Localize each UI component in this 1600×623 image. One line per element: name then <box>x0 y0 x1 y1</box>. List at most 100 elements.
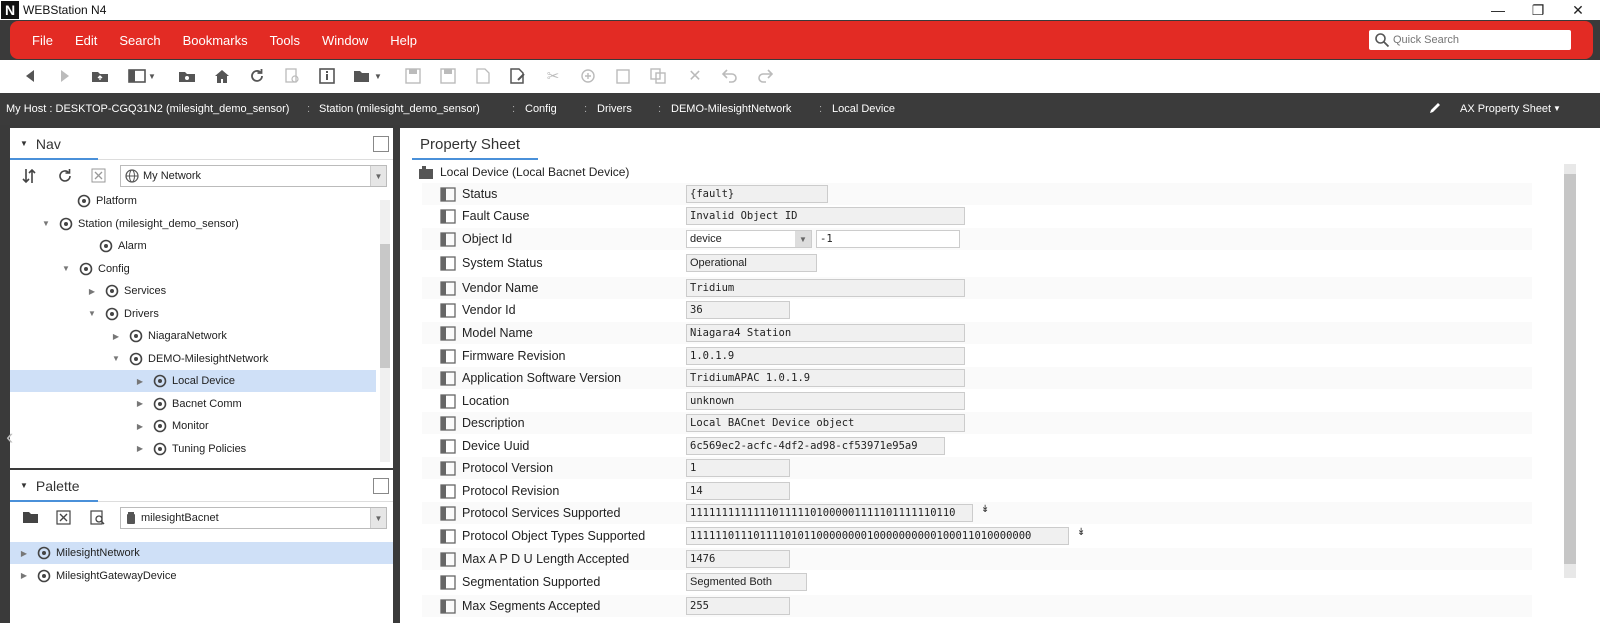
collapsed-icon[interactable]: ▶ <box>110 332 122 341</box>
expanded-icon[interactable]: ▼ <box>110 354 122 363</box>
palette-item[interactable]: ▶ MilesightGatewayDevice <box>10 565 393 587</box>
paste-icon[interactable] <box>613 67 633 85</box>
maximize-icon[interactable] <box>373 136 389 152</box>
root-node[interactable]: Local Device (Local Bacnet Device) <box>418 163 629 181</box>
property-value-field[interactable]: 1.0.1.9 <box>686 347 965 365</box>
expanded-icon[interactable]: ▼ <box>40 219 52 228</box>
scrollbar-thumb[interactable] <box>1564 174 1576 564</box>
tree-item[interactable]: ▶ Bacnet Comm <box>10 393 376 415</box>
menu-search[interactable]: Search <box>119 33 160 48</box>
collapsed-icon[interactable]: ▶ <box>134 399 146 408</box>
menu-edit[interactable]: Edit <box>75 33 97 48</box>
collapse-icon[interactable]: ▼ <box>20 139 28 148</box>
object-instance-input[interactable]: -1 <box>816 230 960 248</box>
expanded-icon[interactable]: ▼ <box>86 309 98 318</box>
pencil-icon[interactable] <box>1428 101 1442 118</box>
collapse-sidebar-icon[interactable]: ‹ <box>6 424 13 450</box>
side-bar-icon[interactable] <box>127 67 147 85</box>
palette-item[interactable]: ▶ MilesightNetwork <box>10 542 393 564</box>
property-value-field[interactable]: 36 <box>686 301 790 319</box>
crumb-host[interactable]: My Host : DESKTOP-CGQ31N2 (milesight_dem… <box>6 103 289 115</box>
property-value-field[interactable]: 1 <box>686 459 790 477</box>
edit-doc-icon[interactable] <box>508 67 528 85</box>
tab-property-sheet[interactable]: Property Sheet <box>412 130 538 160</box>
collapsed-icon[interactable]: ▶ <box>86 287 98 296</box>
menu-bookmarks[interactable]: Bookmarks <box>183 33 248 48</box>
open-folder-icon[interactable] <box>352 67 372 85</box>
property-value-field[interactable]: TridiumAPAC 1.0.1.9 <box>686 369 965 387</box>
undo-icon[interactable] <box>720 67 740 85</box>
menu-tools[interactable]: Tools <box>270 33 300 48</box>
refresh-icon[interactable] <box>57 168 73 187</box>
property-scrollbar[interactable] <box>1564 164 1576 578</box>
crumb-config[interactable]: Config <box>525 103 557 115</box>
forward-icon[interactable] <box>55 67 75 85</box>
tree-item[interactable]: ▼ Drivers <box>10 303 376 325</box>
crumb-network[interactable]: DEMO-MilesightNetwork <box>671 103 791 115</box>
tree-item[interactable]: ▶ Services <box>10 280 376 302</box>
expand-bits-icon[interactable]: ↡ <box>981 504 989 515</box>
menu-help[interactable]: Help <box>390 33 417 48</box>
chevron-down-icon[interactable]: ▼ <box>370 166 386 186</box>
tree-item[interactable]: ▼ Config <box>10 258 376 280</box>
menu-file[interactable]: File <box>32 33 53 48</box>
collapsed-icon[interactable]: ▶ <box>18 571 30 580</box>
info-icon[interactable] <box>317 67 337 85</box>
tree-item[interactable]: ▼ Station (milesight_demo_sensor) <box>10 213 376 235</box>
collapsed-icon[interactable]: ▶ <box>134 377 146 386</box>
collapsed-icon[interactable]: ▶ <box>134 444 146 453</box>
property-value-field[interactable]: 14 <box>686 482 790 500</box>
chevron-down-icon[interactable]: ▼ <box>370 508 386 528</box>
collapsed-icon[interactable]: ▶ <box>134 422 146 431</box>
redo-icon[interactable] <box>755 67 775 85</box>
export-icon[interactable] <box>473 67 493 85</box>
minimize-button[interactable]: — <box>1478 0 1518 20</box>
nav-scrollbar[interactable] <box>380 200 390 462</box>
tree-item[interactable]: ▼ DEMO-MilesightNetwork <box>10 348 376 370</box>
property-value-field[interactable]: {fault} <box>686 185 828 203</box>
side-bar-dropdown-icon[interactable]: ▼ <box>146 67 158 85</box>
quick-search-box[interactable] <box>1369 30 1571 50</box>
duplicate-icon[interactable] <box>648 67 668 85</box>
crumb-drivers[interactable]: Drivers <box>597 103 632 115</box>
property-value-field[interactable]: 6c569ec2-acfc-4df2-ad98-cf53971e95a9 <box>686 437 945 455</box>
tree-item[interactable]: Platform <box>10 190 376 212</box>
crumb-local-device[interactable]: Local Device <box>832 103 895 115</box>
property-value-field[interactable]: Tridium <box>686 279 965 297</box>
property-value-field[interactable]: Local BACnet Device object <box>686 414 965 432</box>
property-value-field[interactable]: 1111111111111011111010000011111011111101… <box>686 504 973 522</box>
console-icon[interactable] <box>177 67 197 85</box>
save-all-icon[interactable] <box>438 67 458 85</box>
close-icon[interactable] <box>91 168 106 186</box>
property-value-field[interactable]: 255 <box>686 597 790 615</box>
property-value-field[interactable]: Invalid Object ID <box>686 207 965 225</box>
restore-button[interactable]: ❐ <box>1518 0 1558 20</box>
tree-item[interactable]: Alarm <box>10 235 376 257</box>
view-selector[interactable]: AX Property Sheet <box>1460 103 1551 115</box>
view-dropdown-icon[interactable]: ▼ <box>1553 104 1561 113</box>
expand-bits-icon[interactable]: ↡ <box>1077 527 1085 538</box>
property-value-field[interactable]: 1476 <box>686 550 790 568</box>
collapse-icon[interactable]: ▼ <box>20 481 28 490</box>
home-icon[interactable] <box>212 67 232 85</box>
open-dropdown-icon[interactable]: ▼ <box>372 67 384 85</box>
object-type-select[interactable]: device ▼ <box>686 230 812 248</box>
tree-item[interactable]: ▶ Tuning Policies <box>10 438 376 460</box>
property-value-field[interactable]: Niagara4 Station <box>686 324 965 342</box>
chevron-down-icon[interactable]: ▼ <box>795 231 811 247</box>
copy-icon[interactable] <box>578 67 598 85</box>
quick-search-input[interactable] <box>1393 34 1563 46</box>
open-folder-icon[interactable] <box>22 510 40 527</box>
sync-icon[interactable] <box>22 168 36 187</box>
scrollbar-thumb[interactable] <box>380 244 390 368</box>
property-value-field[interactable]: Operational <box>686 254 817 272</box>
property-value-field[interactable]: unknown <box>686 392 965 410</box>
back-icon[interactable] <box>20 67 40 85</box>
recent-icon[interactable] <box>282 67 302 85</box>
property-value-field[interactable]: Segmented Both <box>686 573 807 591</box>
maximize-icon[interactable] <box>373 478 389 494</box>
network-combo[interactable]: My Network ▼ <box>120 165 387 187</box>
property-value-field[interactable]: 1111110111011110101100000000100000000001… <box>686 527 1069 545</box>
module-combo[interactable]: milesightBacnet ▼ <box>120 507 387 529</box>
collapsed-icon[interactable]: ▶ <box>18 549 30 558</box>
